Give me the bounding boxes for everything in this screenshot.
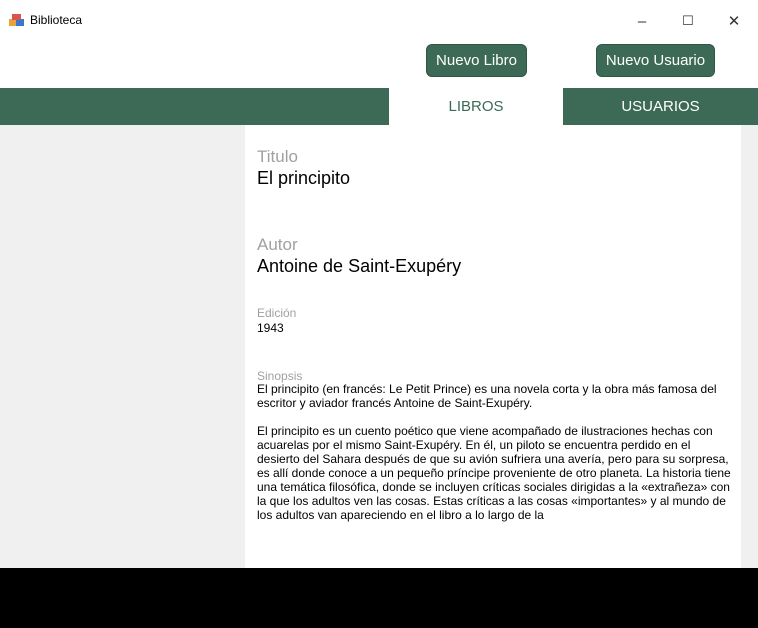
maximize-button[interactable]: ☐ xyxy=(668,8,708,34)
synopsis-label-wrap: Sinopsis xyxy=(257,369,302,383)
window-title: Biblioteca xyxy=(30,13,83,27)
new-user-button[interactable]: Nuevo Usuario xyxy=(596,44,715,77)
tab-usuarios[interactable]: USUARIOS xyxy=(563,88,758,125)
title-field: Titulo El principito xyxy=(257,147,350,189)
tab-libros[interactable]: LIBROS xyxy=(389,88,563,125)
title-bar: Biblioteca – ☐ ✕ xyxy=(0,0,758,40)
author-field: Autor Antoine de Saint-Exupéry xyxy=(257,235,461,277)
scrollbar-track[interactable] xyxy=(741,125,758,568)
synopsis-paragraph-2: El principito es un cuento poético que v… xyxy=(257,424,731,522)
close-button[interactable]: ✕ xyxy=(714,8,754,34)
author-label: Autor xyxy=(257,235,298,254)
edition-field: Edición 1943 xyxy=(257,306,296,335)
toolbar: Nuevo Libro Nuevo Usuario xyxy=(0,40,758,88)
synopsis-label: Sinopsis xyxy=(257,369,303,383)
bottom-area xyxy=(0,568,758,628)
author-value: Antoine de Saint-Exupéry xyxy=(257,256,462,276)
title-label: Titulo xyxy=(257,147,298,166)
synopsis-paragraph-1: El principito (en francés: Le Petit Prin… xyxy=(257,382,717,410)
edition-value: 1943 xyxy=(257,321,284,335)
tab-bar: LIBROS USUARIOS xyxy=(0,88,758,125)
synopsis-text[interactable]: El principito (en francés: Le Petit Prin… xyxy=(257,382,735,566)
title-value: El principito xyxy=(257,168,351,188)
minimize-button[interactable]: – xyxy=(622,8,662,34)
book-detail-panel: Titulo El principito Autor Antoine de Sa… xyxy=(245,125,741,568)
new-book-button[interactable]: Nuevo Libro xyxy=(426,44,527,77)
edition-label: Edición xyxy=(257,306,297,320)
app-icon xyxy=(9,14,24,26)
